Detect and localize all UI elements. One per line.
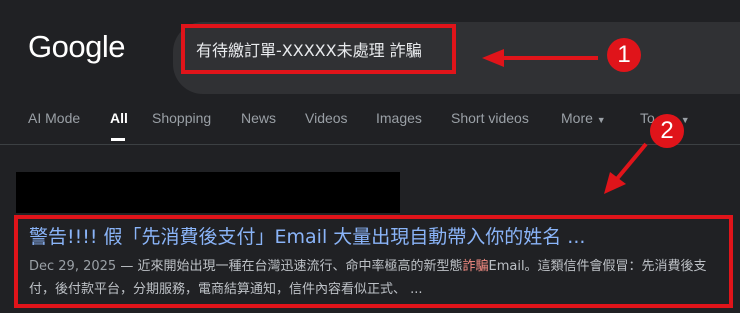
tab-videos[interactable]: Videos	[305, 110, 348, 126]
tab-ai-mode[interactable]: AI Mode	[28, 110, 80, 126]
result-date: Dec 29, 2025	[29, 259, 117, 274]
google-logo[interactable]: Google	[28, 29, 125, 65]
snippet-highlight: 詐騙	[462, 259, 489, 274]
caret-down-icon: ▼	[596, 115, 606, 125]
result-title-link[interactable]: 警告!!!! 假「先消費後支付」Email 大量出現自動帶入你的姓名 ...	[29, 222, 585, 249]
annotation-arrow-2	[604, 142, 648, 194]
tab-news[interactable]: News	[241, 110, 276, 126]
annotation-arrow-1	[482, 49, 598, 67]
tab-more[interactable]: More ▼	[561, 110, 606, 126]
active-tab-indicator	[111, 138, 125, 141]
result-snippet: Dec 29, 2025 — 近來開始出現一種在台灣迅速流行、命中率極高的新型態…	[29, 255, 724, 301]
annotation-highlight-search	[181, 24, 456, 74]
tab-more-label: More	[561, 110, 593, 126]
tab-images[interactable]: Images	[376, 110, 422, 126]
snippet-separator: —	[116, 259, 138, 274]
annotation-badge-1: 1	[607, 38, 641, 72]
snippet-text-a: 近來開始出現一種在台灣迅速流行、命中率極高的新型態	[137, 259, 463, 274]
tab-short-videos[interactable]: Short videos	[451, 110, 529, 126]
redacted-block	[16, 172, 400, 213]
tab-shopping[interactable]: Shopping	[152, 110, 211, 126]
tab-all[interactable]: All	[110, 110, 128, 126]
